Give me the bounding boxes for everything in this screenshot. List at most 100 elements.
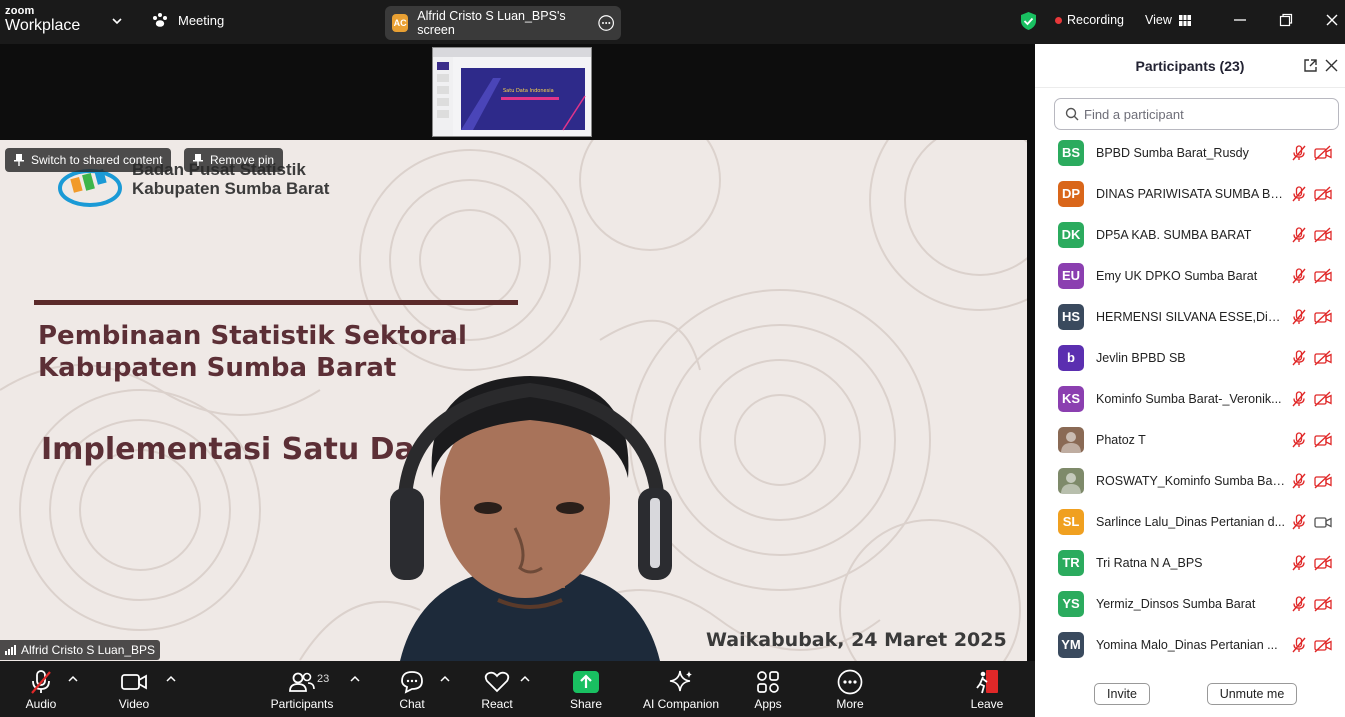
more-options-icon[interactable] (598, 14, 614, 32)
participants-panel: Participants (23) BS BPBD Sumba Barat_Rus… (1035, 44, 1345, 717)
camera-off-icon[interactable] (1314, 144, 1332, 161)
participant-row[interactable]: Phatoz T (1035, 419, 1345, 460)
participant-search-input[interactable] (1084, 106, 1324, 122)
leave-button[interactable]: Leave (969, 667, 1005, 711)
shared-screen-thumbnail[interactable]: Satu Data Indonesia (432, 47, 592, 137)
close-panel-icon[interactable] (1325, 59, 1338, 72)
pin-icon (193, 154, 203, 166)
participants-options-caret-icon[interactable] (350, 675, 360, 683)
share-button[interactable]: Share (569, 667, 603, 711)
more-dots-icon (837, 669, 863, 695)
panel-title: Participants (23) (1135, 57, 1245, 74)
camera-off-icon[interactable] (1314, 431, 1332, 448)
maximize-icon[interactable] (1278, 12, 1294, 28)
apps-button[interactable]: Apps (752, 667, 784, 711)
camera-off-icon[interactable] (1314, 267, 1332, 284)
participant-avatar: DK (1058, 221, 1084, 248)
switch-to-shared-content-button[interactable]: Switch to shared content (5, 148, 172, 172)
react-button[interactable]: React (481, 667, 513, 711)
mic-muted-icon[interactable] (1291, 226, 1307, 243)
recording-indicator[interactable]: Recording (1055, 13, 1124, 27)
mic-muted-icon[interactable] (1291, 595, 1307, 612)
leave-door-icon (976, 670, 998, 694)
mic-muted-icon[interactable] (1291, 513, 1307, 530)
mic-muted-icon[interactable] (1291, 431, 1307, 448)
shared-screen-pill[interactable]: AC Alfrid Cristo S Luan_BPS's screen (385, 6, 621, 40)
participant-name: BPBD Sumba Barat_Rusdy (1096, 145, 1249, 160)
more-button[interactable]: More (834, 667, 866, 711)
meeting-menu[interactable]: Meeting (151, 12, 224, 28)
view-menu[interactable]: View (1145, 13, 1191, 27)
zoom-workplace-logo[interactable]: zoom Workplace (5, 6, 80, 34)
mic-muted-icon[interactable] (1291, 185, 1307, 202)
sparkle-icon (669, 670, 692, 692)
apps-label: Apps (754, 697, 782, 711)
remove-pin-button[interactable]: Remove pin (184, 148, 284, 172)
share-screen-icon (573, 671, 599, 693)
camera-off-icon[interactable] (1314, 308, 1332, 325)
participant-name: Tri Ratna N A_BPS (1096, 555, 1203, 570)
participant-row[interactable]: HS HERMENSI SILVANA ESSE,Disna... (1035, 296, 1345, 337)
mic-muted-icon[interactable] (1291, 390, 1307, 407)
participant-row[interactable]: KS Kominfo Sumba Barat-_Veronik... (1035, 378, 1345, 419)
video-button[interactable]: Video (116, 667, 152, 711)
ai-companion-button[interactable]: AI Companion (641, 667, 721, 711)
camera-off-icon[interactable] (1314, 595, 1332, 612)
pin-icon (14, 154, 24, 166)
audio-options-caret-icon[interactable] (68, 675, 78, 683)
camera-off-icon[interactable] (1314, 390, 1332, 407)
participant-row[interactable]: TR Tri Ratna N A_BPS (1035, 542, 1345, 583)
mic-muted-icon[interactable] (1291, 267, 1307, 284)
chat-button[interactable]: Chat (397, 667, 427, 711)
mic-muted-icon[interactable] (1291, 144, 1307, 161)
participant-row[interactable]: DK DP5A KAB. SUMBA BARAT (1035, 214, 1345, 255)
leave-label: Leave (970, 697, 1004, 711)
chevron-down-icon[interactable] (111, 15, 123, 27)
participant-avatar: BS (1058, 139, 1084, 166)
participant-row[interactable]: DP DINAS PARIWISATA SUMBA BA... (1035, 173, 1345, 214)
video-options-caret-icon[interactable] (166, 675, 176, 683)
participant-avatar: b (1058, 344, 1084, 371)
video-label: Video (118, 697, 150, 711)
participant-row[interactable]: EU Emy UK DPKO Sumba Barat (1035, 255, 1345, 296)
camera-off-icon[interactable] (1314, 185, 1332, 202)
unmute-me-button[interactable]: Unmute me (1207, 683, 1297, 705)
participant-avatar: SL (1058, 508, 1084, 535)
mic-muted-icon[interactable] (1291, 636, 1307, 653)
close-window-icon[interactable] (1324, 12, 1340, 28)
participant-avatar: HS (1058, 303, 1084, 330)
share-label: Share (569, 697, 603, 711)
recording-label: Recording (1067, 13, 1124, 27)
speaker-video (390, 376, 672, 661)
camera-off-icon[interactable] (1314, 636, 1332, 653)
mic-muted-icon[interactable] (1291, 308, 1307, 325)
participant-row[interactable]: BS BPBD Sumba Barat_Rusdy (1035, 132, 1345, 173)
camera-off-icon[interactable] (1314, 349, 1332, 366)
mic-muted-icon[interactable] (1291, 349, 1307, 366)
participant-row[interactable]: SL Sarlince Lalu_Dinas Pertanian d... (1035, 501, 1345, 542)
audio-button[interactable]: Audio (22, 667, 60, 711)
minimize-icon[interactable] (1232, 12, 1248, 28)
participant-name: Kominfo Sumba Barat-_Veronik... (1096, 391, 1282, 406)
camera-on-icon[interactable] (1314, 514, 1332, 530)
participant-avatar: YM (1058, 631, 1084, 658)
pop-out-icon[interactable] (1303, 58, 1318, 73)
camera-off-icon[interactable] (1314, 554, 1332, 571)
participant-row[interactable]: YS Yermiz_Dinsos Sumba Barat (1035, 583, 1345, 624)
participant-row[interactable]: YM Yomina Malo_Dinas Pertanian ... (1035, 624, 1345, 665)
chat-options-caret-icon[interactable] (440, 675, 450, 683)
participant-row[interactable]: ROSWATY_Kominfo Sumba Barat (1035, 460, 1345, 501)
view-label: View (1145, 13, 1172, 27)
participants-count: 23 (317, 673, 330, 685)
react-options-caret-icon[interactable] (520, 675, 530, 683)
participant-row[interactable]: b Jevlin BPBD SB (1035, 337, 1345, 378)
invite-button[interactable]: Invite (1094, 683, 1150, 705)
mic-muted-icon[interactable] (1291, 472, 1307, 489)
mic-muted-icon[interactable] (1291, 554, 1307, 571)
participant-search[interactable] (1054, 98, 1339, 130)
paw-icon (153, 13, 167, 27)
camera-off-icon[interactable] (1314, 472, 1332, 489)
shared-screen-label: Alfrid Cristo S Luan_BPS's screen (417, 9, 566, 37)
security-shield-icon[interactable] (1019, 11, 1038, 31)
camera-off-icon[interactable] (1314, 226, 1332, 243)
